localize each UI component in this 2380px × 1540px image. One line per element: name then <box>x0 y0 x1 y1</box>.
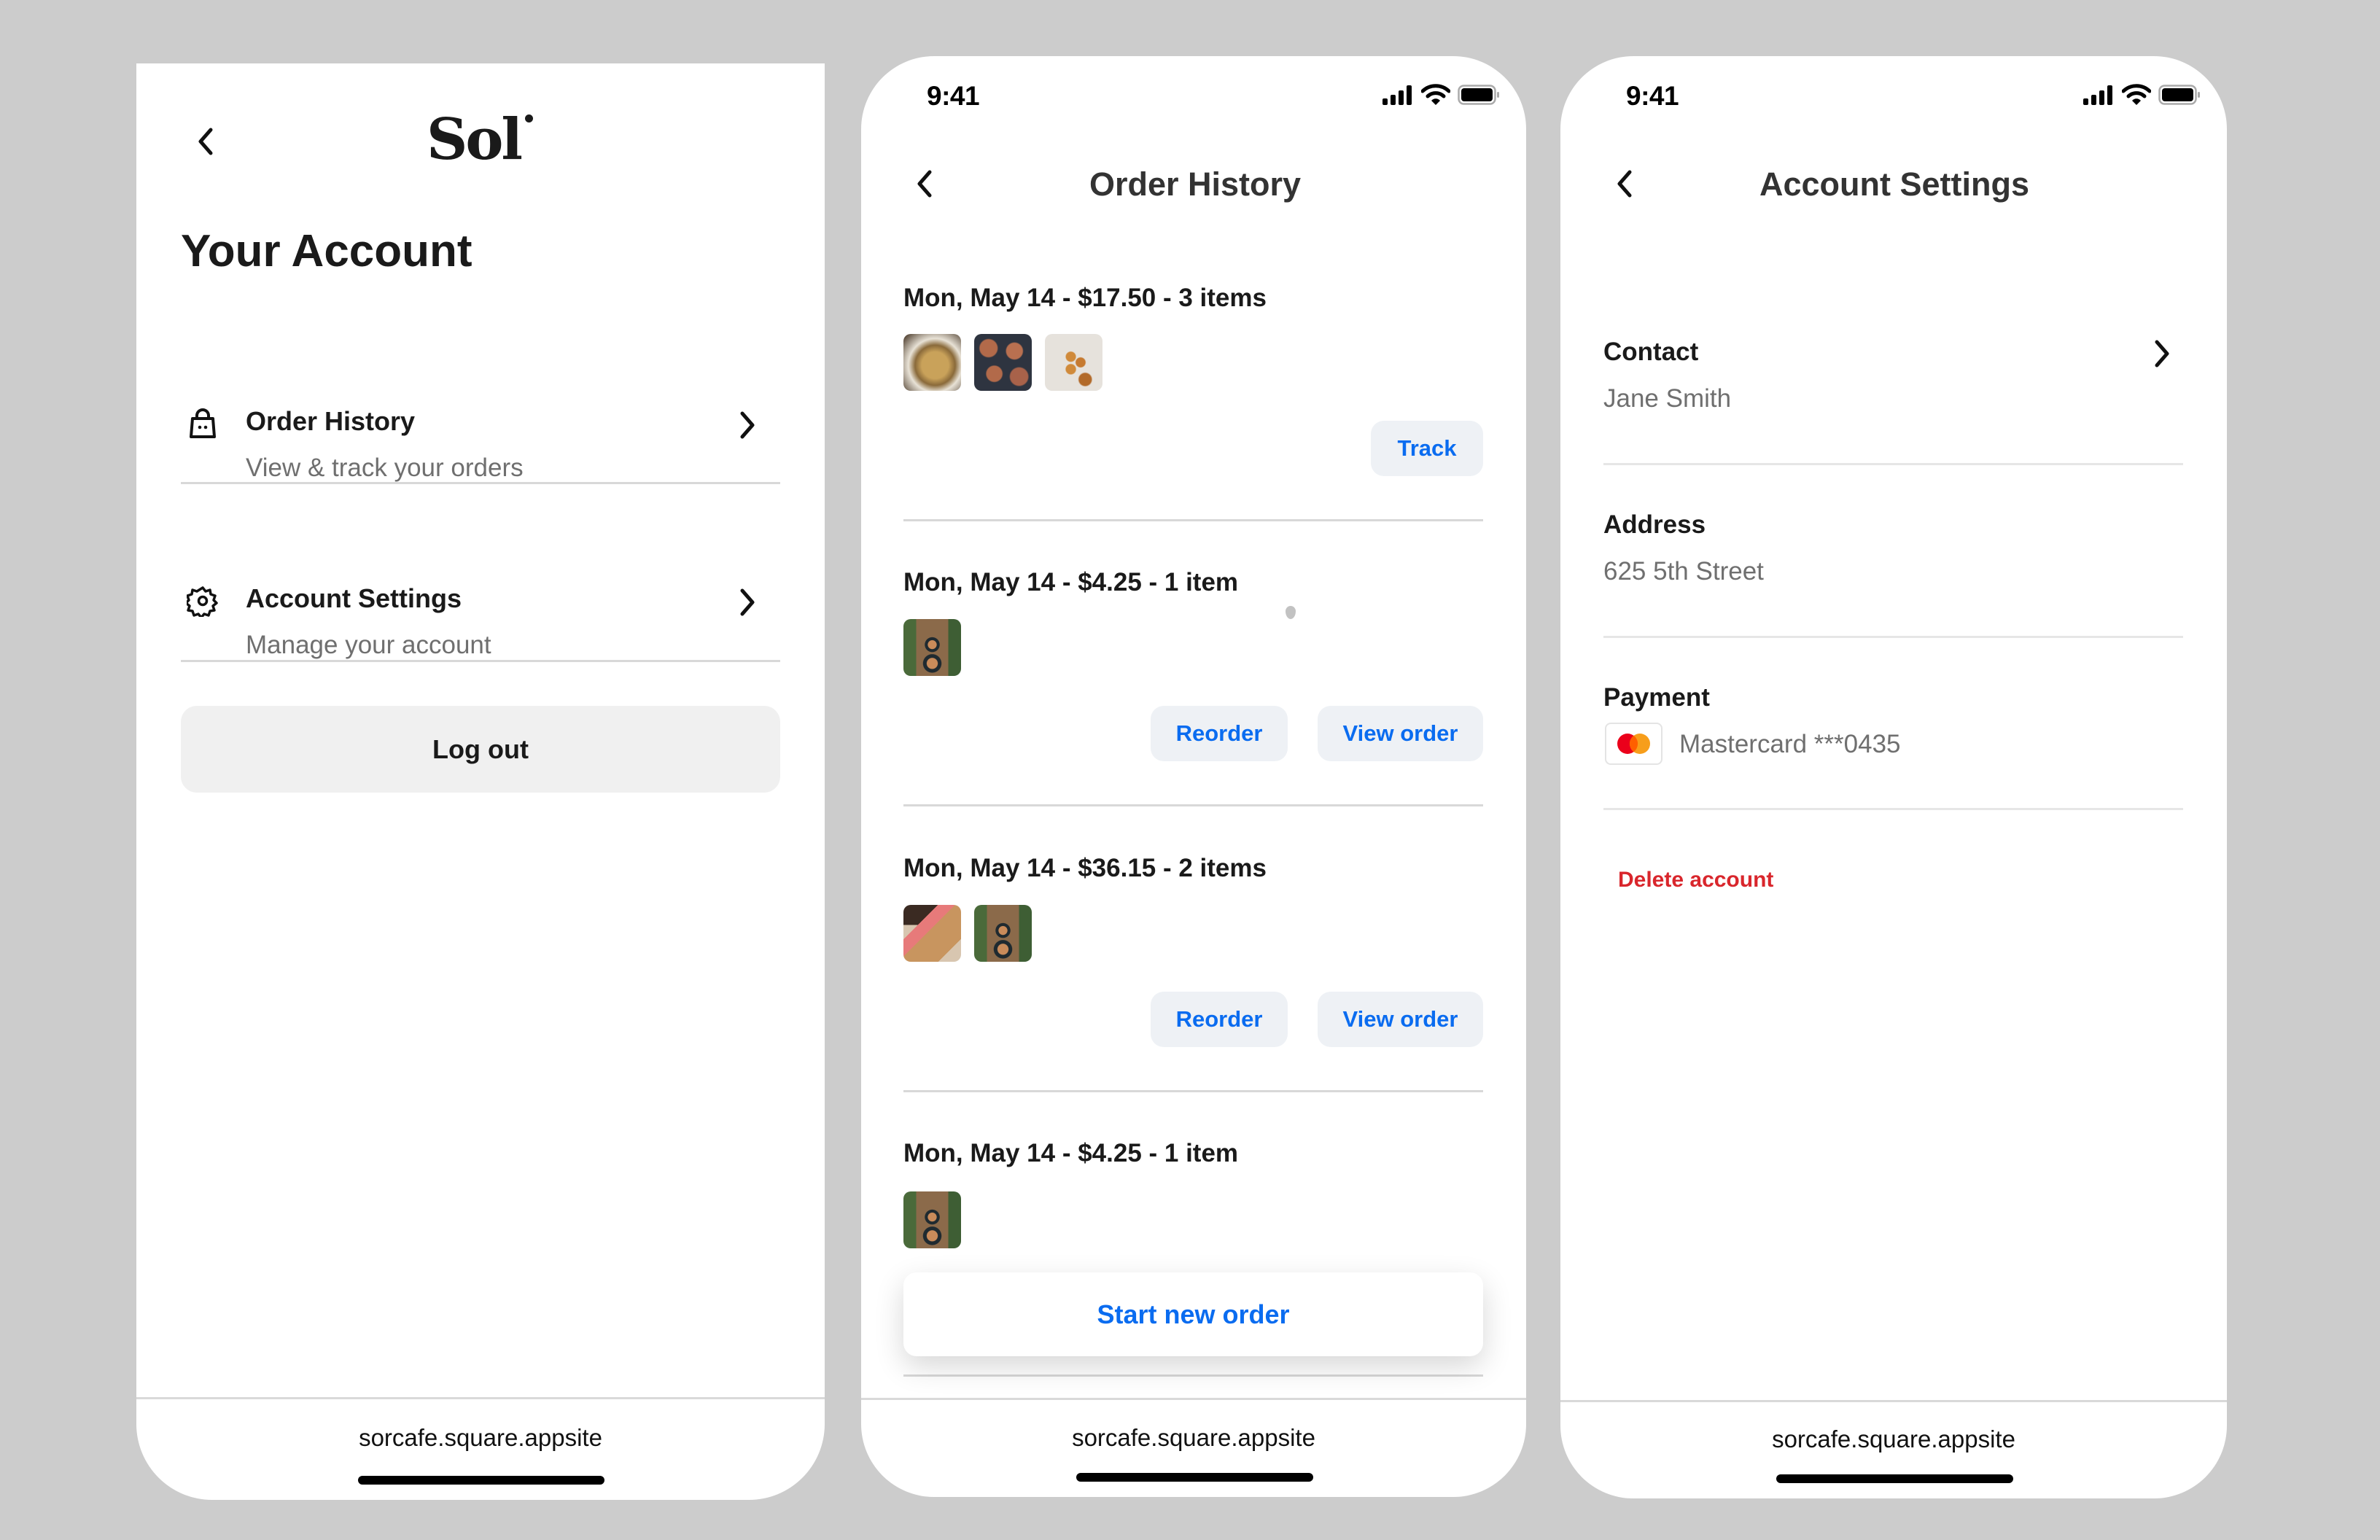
thumbnail-latte-cups <box>974 905 1032 962</box>
view-order-button[interactable]: View order <box>1318 992 1483 1047</box>
home-indicator[interactable] <box>1076 1473 1313 1482</box>
logo-dot <box>525 114 533 122</box>
payment-label: Payment <box>1603 683 1710 712</box>
footer-separator <box>1560 1400 2227 1402</box>
address-value: 625 5th Street <box>1603 557 1764 586</box>
site-url: sorcafe.square.appsite <box>1072 1424 1315 1451</box>
chevron-right-icon <box>740 588 755 616</box>
thumbnail-pastry-balls <box>1045 334 1102 391</box>
sol-logo: Sol <box>427 112 533 168</box>
mastercard-icon <box>1605 723 1662 765</box>
order-thumbnails <box>903 1191 961 1248</box>
logout-button[interactable]: Log out <box>181 706 780 793</box>
logo-text: Sol <box>427 106 523 173</box>
order-card: Mon, May 14 - $17.50 - 3 items <box>903 284 1483 313</box>
order-history-screen: 9:41 Order History Mon, May 14 - $17.50 … <box>861 56 1526 1497</box>
status-icons <box>2082 84 2201 106</box>
battery-icon <box>2158 85 2200 105</box>
account-settings-screen: 9:41 Account Settings Contact Jane Smith <box>1560 56 2227 1498</box>
contact-label: Contact <box>1603 338 1699 366</box>
site-url: sorcafe.square.appsite <box>1772 1426 2015 1452</box>
divider <box>1603 463 2183 465</box>
address-label: Address <box>1603 510 1706 539</box>
battery-icon <box>1458 85 1499 105</box>
payment-value: Mastercard ***0435 <box>1679 730 1901 758</box>
thumbnail-bread-loaf <box>903 334 961 391</box>
chevron-right-icon <box>2155 340 2169 368</box>
wifi-icon <box>1421 84 1450 105</box>
menu-item-subtitle: View & track your orders <box>246 454 524 482</box>
divider <box>903 804 1483 806</box>
back-chevron-icon[interactable] <box>193 125 218 158</box>
settings-row-address[interactable]: Address 625 5th Street <box>1603 510 2183 620</box>
menu-item-subtitle: Manage your account <box>246 631 491 659</box>
page-title: Account Settings <box>1759 166 2030 203</box>
page-title: Your Account <box>181 226 472 276</box>
menu-item-title: Account Settings <box>246 583 462 613</box>
start-new-order-button[interactable]: Start new order <box>903 1272 1483 1356</box>
account-screen: Sol Your Account Order History View & tr… <box>136 63 825 1500</box>
view-order-button[interactable]: View order <box>1318 706 1483 761</box>
thumbnail-latte-cups <box>903 619 961 676</box>
status-time: 9:41 <box>927 81 980 111</box>
wifi-icon <box>2122 84 2151 105</box>
status-time: 9:41 <box>1626 81 1679 111</box>
settings-row-contact[interactable]: Contact Jane Smith <box>1603 338 2183 447</box>
delete-account-link[interactable]: Delete account <box>1618 868 1773 892</box>
page-title: Order History <box>1089 166 1302 203</box>
contact-value: Jane Smith <box>1603 384 1732 413</box>
chevron-right-icon <box>740 411 755 439</box>
gear-icon <box>187 586 218 617</box>
reorder-button[interactable]: Reorder <box>1151 992 1288 1047</box>
thumbnail-latte-cups <box>903 1191 961 1248</box>
status-icons <box>1382 84 1500 106</box>
divider <box>181 660 780 662</box>
divider <box>1603 636 2183 638</box>
thumbnail-cinnamon-rolls <box>974 334 1032 391</box>
order-summary: Mon, May 14 - $4.25 - 1 item <box>903 1139 1239 1167</box>
divider <box>903 519 1483 521</box>
menu-item-account-settings[interactable]: Account Settings Manage your account <box>181 583 780 693</box>
cellular-signal-icon <box>2083 85 2112 105</box>
home-indicator[interactable] <box>1776 1474 2013 1483</box>
order-thumbnails <box>903 334 1102 391</box>
order-summary: Mon, May 14 - $17.50 - 3 items <box>903 284 1267 312</box>
order-summary: Mon, May 14 - $4.25 - 1 item <box>903 568 1239 596</box>
divider <box>1603 808 2183 810</box>
home-indicator[interactable] <box>358 1476 604 1485</box>
cellular-signal-icon <box>1382 85 1412 105</box>
order-summary: Mon, May 14 - $36.15 - 2 items <box>903 854 1267 882</box>
cursor-indicator <box>1286 606 1296 619</box>
back-chevron-icon[interactable] <box>912 168 937 200</box>
shopping-bag-icon <box>190 408 216 438</box>
footer-separator <box>861 1398 1526 1400</box>
track-button[interactable]: Track <box>1371 421 1483 476</box>
settings-row-payment[interactable]: Payment Mastercard ***0435 <box>1603 683 2183 793</box>
divider <box>903 1374 1483 1377</box>
order-thumbnails <box>903 619 961 676</box>
order-thumbnails <box>903 905 1032 962</box>
footer-separator <box>136 1397 825 1399</box>
divider <box>181 482 780 484</box>
reorder-button[interactable]: Reorder <box>1151 706 1288 761</box>
divider <box>903 1090 1483 1092</box>
back-chevron-icon[interactable] <box>1612 168 1637 200</box>
site-url: sorcafe.square.appsite <box>359 1424 602 1451</box>
menu-item-order-history[interactable]: Order History View & track your orders <box>181 406 780 516</box>
thumbnail-coffee-bag <box>903 905 961 962</box>
menu-item-title: Order History <box>246 406 416 436</box>
